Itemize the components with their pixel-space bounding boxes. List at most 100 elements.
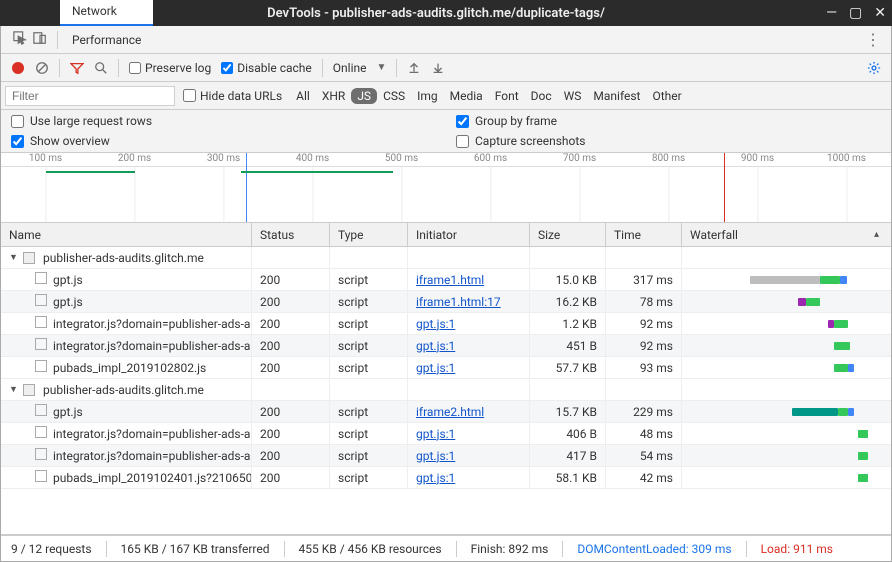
record-button[interactable]	[7, 57, 29, 79]
request-row[interactable]: pubads_impl_2019102401.js?21065030200scr…	[1, 467, 891, 489]
filter-type-manifest[interactable]: Manifest	[587, 87, 646, 105]
request-waterfall	[682, 401, 891, 422]
request-size: 58.1 KB	[530, 467, 606, 488]
frame-group-row[interactable]: ▼publisher-ads-audits.glitch.me	[1, 247, 891, 269]
device-toggle-icon[interactable]	[33, 31, 47, 48]
preserve-log-checkbox[interactable]: Preserve log	[125, 61, 215, 75]
request-name: gpt.js	[53, 405, 83, 419]
file-icon	[35, 316, 47, 328]
request-status: 200	[252, 357, 330, 378]
capture-screenshots-checkbox[interactable]: Capture screenshots	[456, 134, 881, 148]
settings-gear-icon[interactable]	[863, 57, 885, 79]
request-row[interactable]: integrator.js?domain=publisher-ads-au…20…	[1, 423, 891, 445]
filter-type-ws[interactable]: WS	[558, 87, 588, 105]
col-time[interactable]: Time	[606, 223, 682, 246]
upload-har-icon[interactable]	[403, 57, 425, 79]
request-status: 200	[252, 313, 330, 334]
request-initiator[interactable]: gpt.js:1	[408, 445, 530, 466]
filter-type-xhr[interactable]: XHR	[316, 87, 351, 105]
filter-type-css[interactable]: CSS	[377, 87, 411, 105]
filter-type-font[interactable]: Font	[489, 87, 525, 105]
hide-data-urls-checkbox[interactable]: Hide data URLs	[177, 89, 288, 103]
col-initiator[interactable]: Initiator	[408, 223, 530, 246]
request-size: 57.7 KB	[530, 357, 606, 378]
more-menu-icon[interactable]: ⋮	[855, 30, 891, 49]
status-bar: 9 / 12 requests 165 KB / 167 KB transfer…	[1, 535, 891, 561]
request-row[interactable]: gpt.js200scriptiframe1.html:1716.2 KB78 …	[1, 291, 891, 313]
show-overview-checkbox[interactable]: Show overview	[11, 134, 436, 148]
request-row[interactable]: integrator.js?domain=publisher-ads-au…20…	[1, 335, 891, 357]
filter-bar: Hide data URLs AllXHRJSCSSImgMediaFontDo…	[1, 82, 891, 110]
clear-button[interactable]	[31, 57, 53, 79]
request-waterfall	[682, 269, 891, 290]
filter-type-all[interactable]: All	[290, 87, 316, 105]
request-name: integrator.js?domain=publisher-ads-au…	[53, 339, 252, 353]
request-initiator[interactable]: gpt.js:1	[408, 335, 530, 356]
timeline-tick: 100 ms	[29, 153, 62, 164]
request-row[interactable]: gpt.js200scriptiframe1.html15.0 KB317 ms	[1, 269, 891, 291]
request-initiator[interactable]: gpt.js:1	[408, 423, 530, 444]
status-finish: Finish: 892 ms	[471, 542, 549, 556]
download-har-icon[interactable]	[427, 57, 449, 79]
request-size: 15.7 KB	[530, 401, 606, 422]
table-header: Name Status Type Initiator Size Time Wat…	[1, 223, 891, 247]
request-initiator[interactable]: iframe1.html:17	[408, 291, 530, 312]
request-status: 200	[252, 423, 330, 444]
filter-type-img[interactable]: Img	[411, 87, 444, 105]
request-waterfall	[682, 291, 891, 312]
request-initiator[interactable]: iframe2.html	[408, 401, 530, 422]
tab-performance[interactable]: Performance	[60, 26, 153, 54]
file-icon	[35, 294, 47, 306]
file-icon	[35, 360, 47, 372]
request-status: 200	[252, 401, 330, 422]
request-size: 16.2 KB	[530, 291, 606, 312]
status-transferred: 165 KB / 167 KB transferred	[121, 542, 270, 556]
request-row[interactable]: gpt.js200scriptiframe2.html15.7 KB229 ms	[1, 401, 891, 423]
request-initiator[interactable]: gpt.js:1	[408, 313, 530, 334]
request-initiator[interactable]: gpt.js:1	[408, 357, 530, 378]
request-row[interactable]: pubads_impl_2019102802.js200scriptgpt.js…	[1, 357, 891, 379]
request-name: gpt.js	[53, 273, 83, 287]
request-initiator[interactable]: iframe1.html	[408, 269, 530, 290]
request-time: 92 ms	[606, 335, 682, 356]
col-size[interactable]: Size	[530, 223, 606, 246]
frame-group-row[interactable]: ▼publisher-ads-audits.glitch.me	[1, 379, 891, 401]
request-time: 48 ms	[606, 423, 682, 444]
col-status[interactable]: Status	[252, 223, 330, 246]
search-icon[interactable]	[90, 57, 112, 79]
col-name[interactable]: Name	[1, 223, 252, 246]
file-icon	[35, 272, 47, 284]
request-time: 93 ms	[606, 357, 682, 378]
group-by-frame-checkbox[interactable]: Group by frame	[456, 114, 881, 128]
request-name: gpt.js	[53, 295, 83, 309]
tab-network[interactable]: Network	[60, 0, 153, 26]
timeline-tick: 500 ms	[385, 153, 418, 164]
filter-icon[interactable]	[66, 57, 88, 79]
minimize-button[interactable]: —	[826, 5, 837, 21]
timeline-overview[interactable]: 100 ms200 ms300 ms400 ms500 ms600 ms700 …	[1, 153, 891, 223]
request-row[interactable]: integrator.js?domain=publisher-ads-au…20…	[1, 313, 891, 335]
close-button[interactable]: ✕	[874, 5, 886, 21]
col-type[interactable]: Type	[330, 223, 408, 246]
request-type: script	[330, 445, 408, 466]
col-waterfall[interactable]: Waterfall▴	[682, 223, 891, 246]
inspect-icon[interactable]	[13, 31, 27, 48]
disclosure-triangle-icon[interactable]: ▼	[9, 384, 19, 395]
disable-cache-checkbox[interactable]: Disable cache	[217, 61, 316, 75]
request-initiator[interactable]: gpt.js:1	[408, 467, 530, 488]
request-table[interactable]: ▼publisher-ads-audits.glitch.megpt.js200…	[1, 247, 891, 535]
request-size: 417 B	[530, 445, 606, 466]
filter-input[interactable]	[5, 86, 175, 106]
filter-type-other[interactable]: Other	[646, 87, 687, 105]
chevron-down-icon[interactable]: ▼	[373, 62, 391, 73]
filter-type-js[interactable]: JS	[351, 88, 377, 104]
filter-type-doc[interactable]: Doc	[525, 87, 558, 105]
use-large-rows-checkbox[interactable]: Use large request rows	[11, 114, 436, 128]
throttling-select[interactable]: Online	[329, 61, 371, 75]
request-row[interactable]: integrator.js?domain=publisher-ads-au…20…	[1, 445, 891, 467]
request-waterfall	[682, 335, 891, 356]
request-name: integrator.js?domain=publisher-ads-au…	[53, 449, 252, 463]
maximize-button[interactable]: ▢	[849, 5, 862, 21]
disclosure-triangle-icon[interactable]: ▼	[9, 252, 19, 263]
filter-type-media[interactable]: Media	[444, 87, 489, 105]
